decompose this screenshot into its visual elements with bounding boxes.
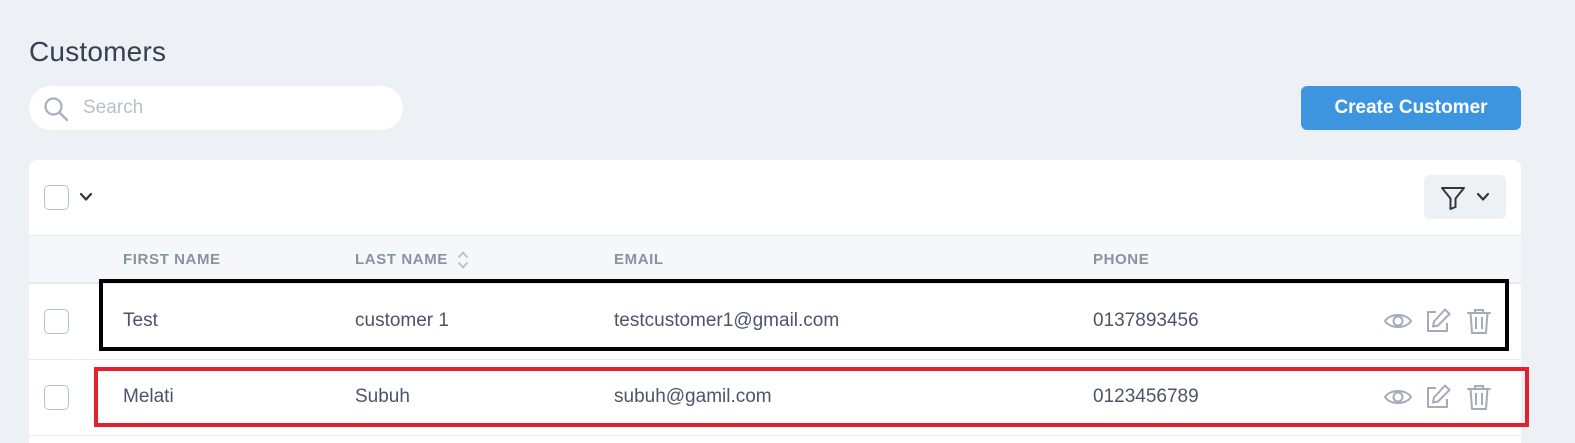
customers-table-card: FIRST NAME LAST NAME EMAIL PHONE Test cu…	[29, 160, 1521, 443]
table-row[interactable]: Melati Subuh subuh@gamil.com 0123456789	[29, 360, 1521, 436]
search-icon	[44, 97, 69, 122]
column-header-email[interactable]: EMAIL	[614, 251, 664, 268]
search-box[interactable]	[29, 86, 403, 130]
cell-last-name: customer 1	[355, 310, 449, 331]
row-actions	[1383, 306, 1508, 338]
eye-icon[interactable]	[1383, 382, 1413, 412]
column-header-first-name[interactable]: FIRST NAME	[123, 251, 221, 268]
create-customer-button[interactable]: Create Customer	[1301, 86, 1521, 130]
chevron-down-icon[interactable]	[79, 190, 93, 204]
table-header: FIRST NAME LAST NAME EMAIL PHONE	[29, 236, 1521, 284]
chevron-down-icon	[1476, 192, 1490, 201]
cell-first-name: Test	[123, 310, 158, 331]
cell-email: testcustomer1@gmail.com	[614, 310, 840, 331]
sort-icon[interactable]	[456, 249, 470, 271]
table-row[interactable]: Test customer 1 testcustomer1@gmail.com …	[29, 284, 1521, 360]
cell-last-name: Subuh	[355, 386, 410, 407]
column-header-last-name[interactable]: LAST NAME	[355, 251, 448, 268]
select-all-checkbox[interactable]	[44, 185, 69, 210]
edit-icon[interactable]	[1423, 382, 1453, 412]
cell-email: subuh@gamil.com	[614, 386, 772, 407]
customers-page: Customers Create Customer FIRST	[0, 0, 1575, 443]
edit-icon[interactable]	[1423, 306, 1453, 336]
trash-icon[interactable]	[1464, 306, 1494, 336]
cell-first-name: Melati	[123, 386, 174, 407]
table-toolbar	[29, 160, 1521, 236]
search-input[interactable]	[83, 86, 383, 130]
row-checkbox[interactable]	[44, 385, 69, 410]
filter-button[interactable]	[1424, 175, 1506, 219]
column-header-phone[interactable]: PHONE	[1093, 251, 1149, 268]
page-title: Customers	[29, 36, 167, 67]
cell-phone: 0137893456	[1093, 310, 1199, 331]
row-actions	[1383, 382, 1508, 414]
cell-phone: 0123456789	[1093, 386, 1199, 407]
filter-icon	[1441, 187, 1465, 210]
trash-icon[interactable]	[1464, 382, 1494, 412]
row-checkbox[interactable]	[44, 309, 69, 334]
eye-icon[interactable]	[1383, 306, 1413, 336]
